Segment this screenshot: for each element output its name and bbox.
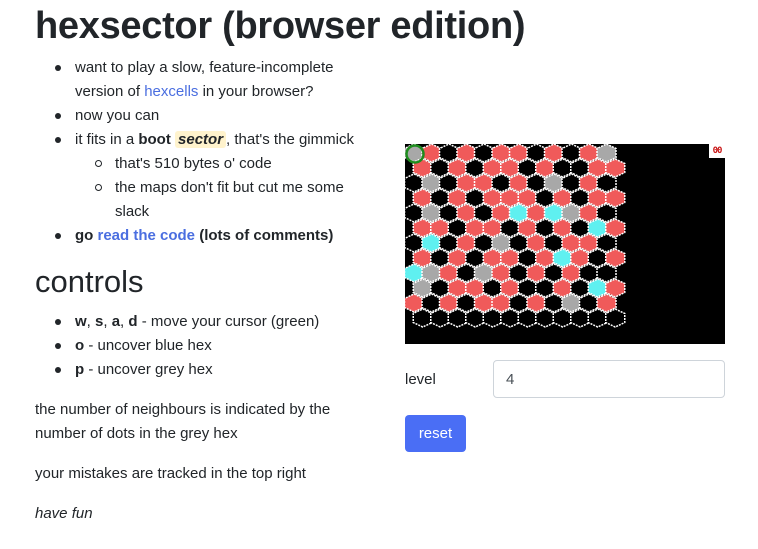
page: hexsector (browser edition) want to play… bbox=[0, 0, 758, 549]
key-p: p bbox=[75, 361, 85, 378]
intro-item-play-after: in your browser? bbox=[198, 83, 314, 100]
key-w: w bbox=[75, 313, 87, 330]
black-hex bbox=[430, 308, 451, 328]
intro-boot-before: it fits in a bbox=[75, 131, 139, 148]
controls-item-move: w, s, a, d - move your cursor (green) bbox=[35, 310, 380, 334]
game-canvas[interactable]: 00 bbox=[405, 144, 725, 344]
black-hex bbox=[587, 308, 608, 328]
black-hex bbox=[605, 308, 626, 328]
red-hex bbox=[605, 158, 626, 178]
intro-go-bold: go bbox=[75, 227, 98, 244]
red-hex bbox=[605, 188, 626, 208]
intro-item-play: want to play a slow, feature-incomplete … bbox=[35, 56, 380, 104]
intro-comments-bold: (lots of comments) bbox=[195, 227, 334, 244]
key-d: d bbox=[128, 313, 138, 330]
controls-item-p: p - uncover grey hex bbox=[35, 358, 380, 382]
black-hex bbox=[552, 308, 573, 328]
controls-p-desc: - uncover grey hex bbox=[84, 361, 213, 378]
intro-item-boot-sector: it fits in a boot sector, that's the gim… bbox=[35, 128, 380, 224]
intro-item-now: now you can bbox=[35, 104, 380, 128]
key-separator: , bbox=[103, 313, 112, 330]
level-label: level bbox=[405, 371, 436, 388]
have-fun-paragraph: have fun bbox=[35, 505, 93, 522]
intro-sector-code: sector bbox=[175, 131, 227, 148]
red-hex bbox=[605, 218, 626, 238]
black-hex bbox=[482, 308, 503, 328]
page-title: hexsector (browser edition) bbox=[35, 5, 526, 47]
black-hex bbox=[535, 308, 556, 328]
key-o: o bbox=[75, 337, 85, 354]
black-hex bbox=[412, 308, 433, 328]
intro-sub-item-maps: the maps don't fit but cut me some slack bbox=[75, 176, 380, 224]
reset-button[interactable]: reset bbox=[405, 415, 466, 452]
intro-list: want to play a slow, feature-incomplete … bbox=[35, 56, 380, 248]
controls-move-desc: - move your cursor (green) bbox=[137, 313, 320, 330]
intro-sub-list: that's 510 bytes o' code the maps don't … bbox=[75, 152, 380, 224]
controls-o-desc: - uncover blue hex bbox=[84, 337, 212, 354]
hexcells-link[interactable]: hexcells bbox=[144, 83, 198, 100]
mistake-counter: 00 bbox=[709, 144, 725, 158]
black-hex bbox=[570, 308, 591, 328]
key-a: a bbox=[111, 313, 121, 330]
level-input[interactable] bbox=[493, 360, 725, 398]
key-separator: , bbox=[86, 313, 96, 330]
controls-heading: controls bbox=[35, 264, 144, 299]
controls-list: w, s, a, d - move your cursor (green) o … bbox=[35, 310, 380, 382]
black-hex bbox=[447, 308, 468, 328]
black-hex bbox=[517, 308, 538, 328]
red-hex bbox=[605, 248, 626, 268]
neighbours-paragraph: the number of neighbours is indicated by… bbox=[35, 401, 331, 442]
intro-item-read-code: go read the code (lots of comments) bbox=[35, 224, 380, 248]
red-hex bbox=[605, 278, 626, 298]
hex-board bbox=[405, 144, 626, 328]
read-the-code-link[interactable]: read the code bbox=[98, 227, 196, 244]
controls-section: w, s, a, d - move your cursor (green) o … bbox=[35, 310, 380, 382]
intro-boot-after: , that's the gimmick bbox=[226, 131, 354, 148]
mistakes-paragraph: your mistakes are tracked in the top rig… bbox=[35, 465, 306, 482]
intro-boot-bold: boot bbox=[138, 131, 171, 148]
black-hex bbox=[500, 308, 521, 328]
controls-item-o: o - uncover blue hex bbox=[35, 334, 380, 358]
intro-sub-item-bytes: that's 510 bytes o' code bbox=[75, 152, 380, 176]
black-hex bbox=[465, 308, 486, 328]
intro-section: want to play a slow, feature-incomplete … bbox=[35, 56, 380, 248]
